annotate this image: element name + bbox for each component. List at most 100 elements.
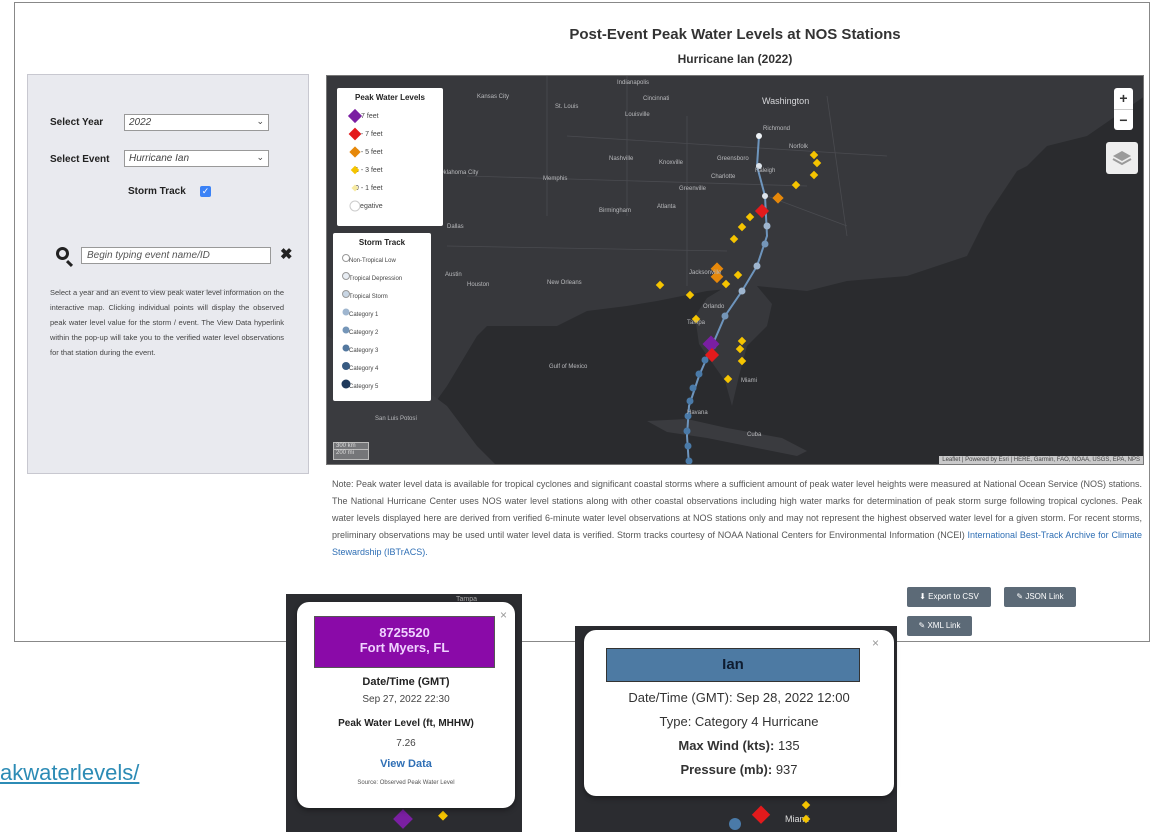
place-label: Atlanta [657, 204, 676, 210]
zoom-in-button[interactable]: + [1114, 88, 1133, 110]
storm-popup: × Ian Date/Time (GMT): Sep 28, 2022 12:0… [584, 630, 894, 796]
circle-icon [342, 272, 350, 280]
peak-label: Peak Water Level (ft, MHHW) [338, 718, 474, 729]
link-icon: ✎ [1016, 592, 1026, 601]
legend-item: Category 4 [341, 361, 378, 377]
year-label: Select Year [50, 117, 104, 128]
close-icon[interactable]: × [500, 608, 507, 622]
place-label: Greensboro [717, 156, 749, 162]
peak-value: 7.26 [396, 738, 416, 749]
storm-track-label: Storm Track [128, 186, 186, 197]
place-label: Cuba [747, 432, 762, 438]
page-title: Post-Event Peak Water Levels at NOS Stat… [569, 26, 901, 43]
sidebar-panel: Select Year 2022 ⌄ Select Event Hurrican… [27, 74, 309, 474]
place-label: Memphis [543, 176, 567, 182]
map-scale: 300 km 200 mi [333, 442, 369, 460]
datetime-label: Date/Time (GMT) [362, 676, 450, 688]
station-header: 8725520 Fort Myers, FL [314, 616, 495, 668]
chevron-down-icon: ⌄ [256, 116, 264, 126]
legend-item: Category 2 [341, 325, 378, 341]
place-label: Washington [762, 96, 809, 106]
legend-item: Category 5 [341, 379, 378, 395]
legend-item: 0 - 1 feet [347, 180, 383, 196]
station-id: 8725520 [379, 625, 430, 640]
storm-datetime: Date/Time (GMT): Sep 28, 2022 12:00 [628, 690, 850, 705]
station-name: Fort Myers, FL [359, 640, 450, 655]
place-label: Havana [687, 410, 708, 416]
source-text: Source: Observed Peak Water Level [357, 780, 455, 786]
place-label: Nashville [609, 156, 634, 162]
export-csv-button[interactable]: ⬇ Export to CSV [907, 587, 991, 607]
layers-icon [1112, 151, 1132, 166]
land-us [327, 76, 1143, 464]
event-select[interactable]: Hurricane Ian ⌄ [124, 150, 269, 167]
legend-item: > 7 feet [347, 108, 379, 124]
zoom-control: + − [1114, 88, 1133, 130]
note-text: Note: Peak water level data is available… [332, 479, 1142, 557]
zoom-out-button[interactable]: − [1114, 110, 1133, 131]
layers-button[interactable] [1106, 142, 1138, 174]
place-label: Norfolk [789, 144, 809, 150]
place-label: Miami [741, 378, 757, 384]
legend-item: Tropical Storm [341, 289, 388, 305]
event-select-value: Hurricane Ian [129, 153, 190, 164]
close-icon[interactable]: × [872, 636, 879, 650]
place-label: Orlando [703, 304, 725, 310]
legend-item: Tropical Depression [341, 271, 402, 287]
land-cuba [647, 419, 807, 456]
clear-search-icon[interactable]: ✖ [280, 245, 293, 263]
circle-icon [341, 379, 351, 389]
help-text: Select a year and an event to view peak … [50, 288, 284, 357]
view-data-link[interactable]: View Data [297, 758, 515, 770]
place-label: Austin [445, 272, 462, 278]
chevron-down-icon: ⌄ [256, 152, 264, 162]
circle-icon [342, 308, 350, 316]
legend-item: Non-Tropical Low [341, 253, 396, 269]
place-label: Louisville [625, 112, 650, 118]
search-input[interactable]: Begin typing event name/ID [81, 247, 271, 264]
place-label: Greenville [679, 186, 707, 192]
place-label: Birmingham [599, 208, 631, 214]
peak-water-legend: Peak Water Levels > 7 feet 5 - 7 feet 3 … [337, 88, 443, 226]
place-label: Dallas [447, 224, 464, 230]
legend-title: Peak Water Levels [355, 93, 425, 102]
place-label: San Luis Potosí [375, 416, 417, 422]
legend-title: Storm Track [358, 238, 406, 247]
red-diamond-icon [348, 127, 362, 141]
year-select-value: 2022 [129, 117, 152, 128]
circle-icon [349, 200, 361, 212]
place-label: St. Louis [555, 104, 578, 110]
map-view[interactable]: Kansas City St. Louis Indianapolis Cinci… [326, 75, 1144, 465]
place-label: Tampa [687, 320, 706, 326]
storm-track-legend: Storm Track Non-Tropical Low Tropical De… [333, 233, 431, 401]
place-label: Charlotte [711, 174, 736, 180]
map-canvas: Kansas City St. Louis Indianapolis Cinci… [327, 76, 1143, 464]
year-select[interactable]: 2022 ⌄ [124, 114, 269, 131]
storm-pressure: Pressure (mb): 937 [680, 762, 798, 777]
legend-item: Category 1 [341, 307, 378, 323]
circle-icon [342, 344, 350, 352]
storm-type: Type: Category 4 Hurricane [659, 714, 819, 729]
search-icon [56, 247, 69, 260]
json-link-button[interactable]: ✎ JSON Link [1004, 587, 1076, 607]
pale-diamond-icon [351, 184, 359, 192]
place-label: Kansas City [477, 94, 509, 100]
place-label: Cincinnati [643, 96, 669, 102]
circle-icon [342, 326, 350, 334]
place-label: New Orleans [547, 280, 582, 286]
circle-icon [342, 254, 350, 262]
purple-diamond-icon [347, 108, 363, 124]
page-subtitle: Hurricane Ian (2022) [677, 52, 793, 66]
orange-diamond-icon [349, 146, 361, 158]
download-icon: ⬇ [919, 592, 929, 601]
place-label: Indianapolis [617, 80, 649, 86]
xml-link-button[interactable]: ✎ XML Link [907, 616, 972, 636]
storm-track-checkbox[interactable]: ✓ [200, 186, 211, 197]
event-label: Select Event [50, 154, 110, 165]
place-label: Knoxville [659, 160, 684, 166]
datetime-value: Sep 27, 2022 22:30 [362, 694, 450, 705]
place-label: Gulf of Mexico [549, 364, 588, 370]
map-attribution[interactable]: Leaflet | Powered by Esri | HERE, Garmin… [939, 456, 1143, 464]
url-fragment[interactable]: akwaterlevels/ [0, 760, 139, 786]
place-label: Oklahoma City [439, 170, 478, 176]
